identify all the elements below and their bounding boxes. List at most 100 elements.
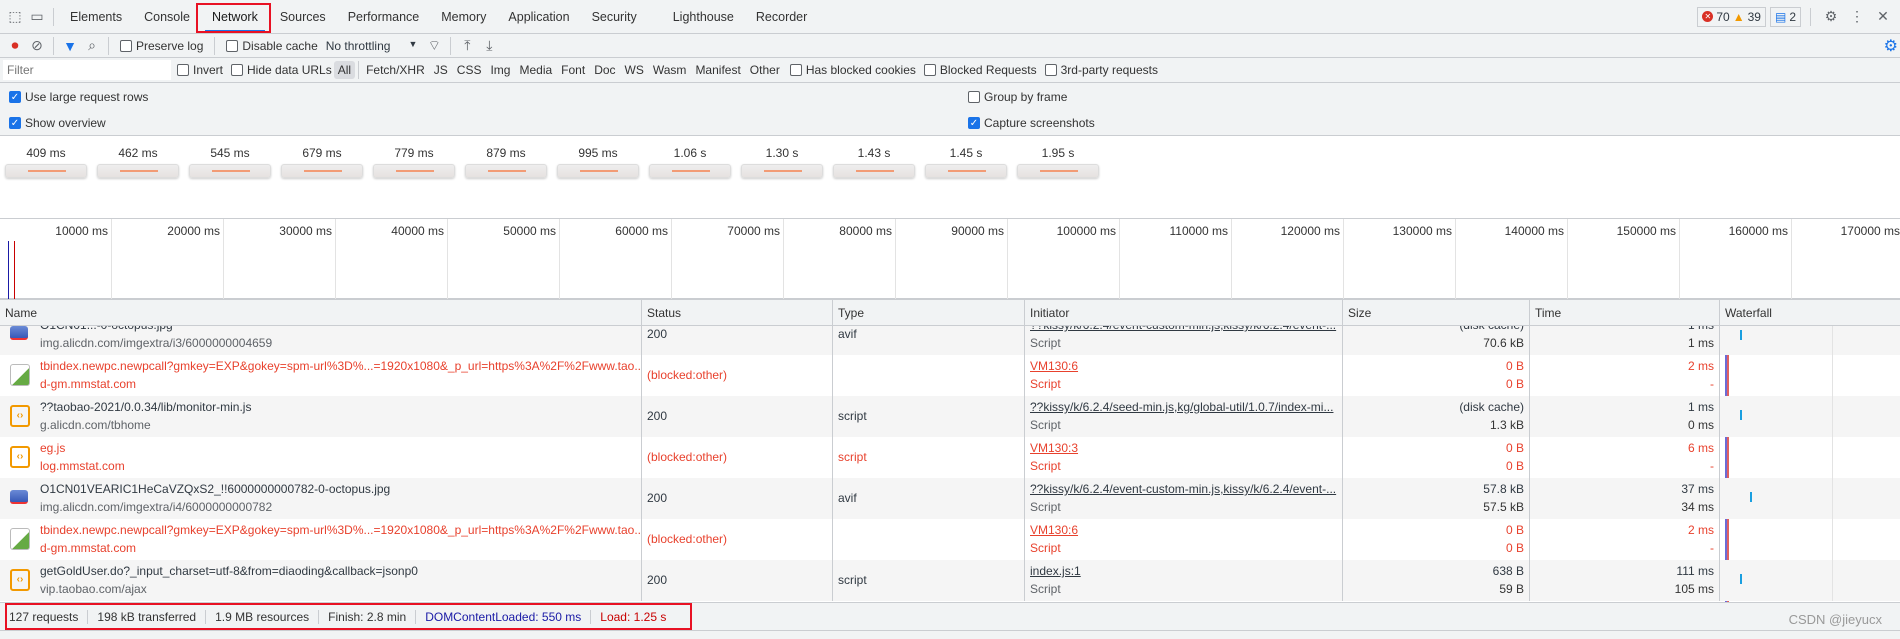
has-blocked-cookies-checkbox[interactable]: Has blocked cookies xyxy=(789,63,916,77)
more-options-icon[interactable]: ⋮ xyxy=(1846,6,1868,28)
disable-cache-checkbox[interactable]: Disable cache xyxy=(226,39,318,53)
issues-counter[interactable]: ✕ 70 ▲ 39 xyxy=(1697,6,1766,27)
column-header-status[interactable]: Status xyxy=(642,300,833,326)
close-icon[interactable]: ✕ xyxy=(1872,6,1894,28)
request-name[interactable]: O1CN01...-0-octopus.jpg xyxy=(35,326,641,332)
filter-type-css[interactable]: CSS xyxy=(453,61,486,79)
screenshot-frame[interactable]: 679 ms xyxy=(281,146,363,178)
blocked-requests-checkbox[interactable]: Blocked Requests xyxy=(923,63,1037,77)
request-domain: d-gm.mmstat.com xyxy=(40,377,137,391)
tab-application[interactable]: Application xyxy=(497,0,580,34)
filter-type-img[interactable]: Img xyxy=(486,61,514,79)
screenshot-frame[interactable]: 779 ms xyxy=(373,146,455,178)
timeline-tick: 120000 ms xyxy=(1232,219,1344,299)
show-overview-checkbox[interactable]: ✓ Show overview xyxy=(9,116,106,130)
table-row[interactable]: O1CN01...-0-octopus.jpg img.alicdn.com/im… xyxy=(0,326,1900,355)
clear-icon[interactable]: ⊘ xyxy=(26,35,48,57)
screenshot-frame[interactable]: 545 ms xyxy=(189,146,271,178)
tab-elements[interactable]: Elements xyxy=(59,0,133,34)
screenshot-frame[interactable]: 462 ms xyxy=(97,146,179,178)
initiator-link[interactable]: ??kissy/k/6.2.4/event-custom-min.js,kiss… xyxy=(1025,326,1342,332)
import-har-icon[interactable]: ⤒ xyxy=(456,35,478,57)
filter-type-fetch-xhr[interactable]: Fetch/XHR xyxy=(362,61,429,79)
initiator-link[interactable]: ??kissy/k/6.2.4/seed-min.js,kg/global-ut… xyxy=(1025,400,1342,414)
device-toolbar-icon[interactable]: ▭ xyxy=(26,6,48,28)
preserve-log-checkbox[interactable]: Preserve log xyxy=(120,39,203,53)
initiator-link[interactable]: VM130:3 xyxy=(1025,441,1342,455)
column-header-type[interactable]: Type xyxy=(833,300,1025,326)
column-header-initiator[interactable]: Initiator xyxy=(1025,300,1343,326)
filter-input[interactable] xyxy=(3,60,171,80)
screenshot-frame[interactable]: 1.43 s xyxy=(833,146,915,178)
screenshot-frame[interactable]: 409 ms xyxy=(5,146,87,178)
request-name[interactable]: eg.js xyxy=(35,441,641,455)
initiator-link[interactable]: VM130:6 xyxy=(1025,523,1342,537)
filter-type-wasm[interactable]: Wasm xyxy=(649,61,691,79)
initiator-link[interactable]: ??kissy/k/6.2.4/event-custom-min.js,kiss… xyxy=(1025,482,1342,496)
record-stop-icon[interactable]: ⏺ xyxy=(4,35,26,57)
waterfall-gridline xyxy=(1832,560,1833,601)
group-by-frame-checkbox[interactable]: Group by frame xyxy=(968,90,1067,104)
screenshot-frame[interactable]: 995 ms xyxy=(557,146,639,178)
tab-console[interactable]: Console xyxy=(133,0,201,34)
screenshot-time: 995 ms xyxy=(578,146,618,160)
filter-type-manifest[interactable]: Manifest xyxy=(691,61,744,79)
screenshot-frame[interactable]: 1.30 s xyxy=(741,146,823,178)
invert-checkbox[interactable]: Invert xyxy=(177,63,223,77)
table-row[interactable]: ‹› getGoldUser.do?_input_charset=utf-8&fr… xyxy=(0,560,1900,601)
third-party-checkbox[interactable]: 3rd-party requests xyxy=(1044,63,1158,77)
screenshot-time: 1.95 s xyxy=(1041,146,1075,160)
tab-performance[interactable]: Performance xyxy=(337,0,431,34)
export-har-icon[interactable]: ⤓ xyxy=(478,35,500,57)
table-row[interactable]: ‹› eg.js log.mmstat.com (blocked:other) scri… xyxy=(0,437,1900,478)
filter-type-js[interactable]: JS xyxy=(430,61,452,79)
table-row[interactable]: tbindex.newpc.newpcall?gmkey=EXP&gokey=s… xyxy=(0,519,1900,560)
column-header-waterfall[interactable]: Waterfall xyxy=(1720,300,1900,326)
filter-type-font[interactable]: Font xyxy=(557,61,589,79)
capture-screenshots-checkbox[interactable]: ✓ Capture screenshots xyxy=(968,116,1095,130)
tab-security[interactable]: Security xyxy=(581,0,648,34)
settings-gear-icon[interactable]: ⚙ xyxy=(1820,6,1842,28)
screenshot-frame[interactable]: 1.95 s xyxy=(1017,146,1099,178)
request-name[interactable]: O1CN01VEARIC1HeCaVZQxS2_!!6000000000782-… xyxy=(35,482,641,496)
initiator-link[interactable]: VM130:6 xyxy=(1025,359,1342,373)
overview-timeline[interactable]: 10000 ms 20000 ms 30000 ms 40000 ms 50000 ms… xyxy=(0,218,1900,300)
tab-memory[interactable]: Memory xyxy=(430,0,497,34)
cell-name: ‹› eg.js log.mmstat.com xyxy=(0,437,642,478)
total-time: 37 ms xyxy=(1681,482,1714,496)
filter-funnel-icon[interactable]: ▼ xyxy=(59,35,81,57)
request-name[interactable]: ??taobao-2021/0.0.34/lib/monitor-min.js xyxy=(35,400,641,414)
request-name[interactable]: tbindex.newpc.newpcall?gmkey=EXP&gokey=s… xyxy=(35,523,641,537)
screenshot-frame[interactable]: 1.06 s xyxy=(649,146,731,178)
waterfall-gridline xyxy=(1832,437,1833,478)
screenshot-frame[interactable]: 879 ms xyxy=(465,146,547,178)
column-header-name[interactable]: Name xyxy=(0,300,642,326)
hide-data-urls-checkbox[interactable]: Hide data URLs xyxy=(231,63,332,77)
table-row[interactable]: tbindex.newpc.newpcall?gmkey=EXP&gokey=s… xyxy=(0,355,1900,396)
messages-counter[interactable]: ▤ 2 xyxy=(1769,6,1801,27)
table-row[interactable]: ‹› ??taobao-2021/0.0.34/lib/monitor-min.j… xyxy=(0,396,1900,437)
tab-sources[interactable]: Sources xyxy=(269,0,337,34)
inspect-element-icon[interactable]: ⬚ xyxy=(4,6,26,28)
status-code: (blocked:other) xyxy=(647,532,728,546)
divider xyxy=(53,36,54,55)
column-header-size[interactable]: Size xyxy=(1343,300,1530,326)
request-name[interactable]: tbindex.newpc.newpcall?gmkey=EXP&gokey=s… xyxy=(35,359,641,373)
network-conditions-icon[interactable]: ⌔ xyxy=(423,35,445,57)
tab-lighthouse[interactable]: Lighthouse xyxy=(662,0,745,34)
filter-type-ws[interactable]: WS xyxy=(621,61,648,79)
network-settings-icon[interactable]: ⚙ xyxy=(1884,36,1900,56)
tab-recorder[interactable]: Recorder xyxy=(745,0,818,34)
throttling-select[interactable]: No throttling ▼ xyxy=(326,39,418,53)
search-icon[interactable]: ⌕ xyxy=(81,35,103,57)
large-rows-checkbox[interactable]: ✓ Use large request rows xyxy=(9,90,148,104)
filter-type-other[interactable]: Other xyxy=(746,61,784,79)
request-name[interactable]: getGoldUser.do?_input_charset=utf-8&from… xyxy=(35,564,641,578)
filter-type-all[interactable]: All xyxy=(333,61,356,79)
column-header-time[interactable]: Time xyxy=(1530,300,1720,326)
filter-type-doc[interactable]: Doc xyxy=(590,61,619,79)
filter-type-media[interactable]: Media xyxy=(515,61,556,79)
initiator-link[interactable]: index.js:1 xyxy=(1025,564,1342,578)
screenshot-frame[interactable]: 1.45 s xyxy=(925,146,1007,178)
table-row[interactable]: O1CN01VEARIC1HeCaVZQxS2_!!6000000000782-… xyxy=(0,478,1900,519)
